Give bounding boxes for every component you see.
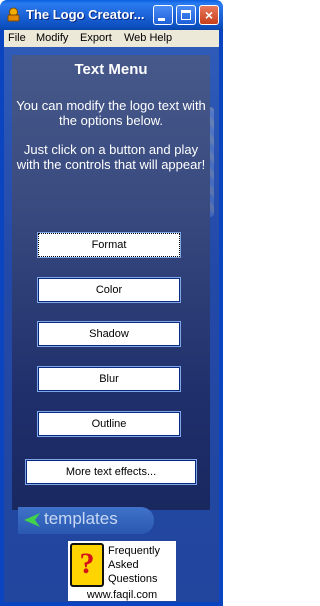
maximize-icon [181, 10, 191, 20]
faq-line-1: Frequently [108, 545, 160, 557]
title-bar[interactable]: The Logo Creator... × [0, 0, 223, 30]
format-button[interactable]: Format [38, 233, 180, 257]
minimize-button[interactable] [153, 5, 173, 25]
outline-button[interactable]: Outline [38, 412, 180, 436]
panel-title: Text Menu [74, 61, 148, 78]
faq-logo-link[interactable]: ? Frequently Asked Questions www.faqil.c… [68, 541, 176, 601]
faq-line-2: Asked [108, 559, 139, 571]
menu-web-help[interactable]: Web Help [124, 32, 172, 44]
blur-button[interactable]: Blur [38, 367, 180, 391]
question-mark-glyph: ? [79, 547, 95, 580]
menu-file[interactable]: File [8, 32, 26, 44]
app-icon[interactable] [6, 7, 21, 22]
arrow-left-icon [24, 513, 40, 527]
menu-modify[interactable]: Modify [36, 32, 68, 44]
panel-instructions-text: Just click on a button and play with the… [16, 142, 206, 172]
client-area: Text Menu You can modify the logo text w… [4, 47, 219, 602]
color-button[interactable]: Color [38, 278, 180, 302]
close-button[interactable]: × [199, 5, 219, 25]
panel-intro-text: You can modify the logo text with the op… [16, 98, 206, 128]
menu-bar: File Modify Export Web Help [0, 30, 223, 47]
more-text-effects-button[interactable]: More text effects... [26, 460, 196, 484]
menu-export[interactable]: Export [80, 32, 112, 44]
close-icon: × [204, 7, 214, 23]
faq-url: www.faqil.com [86, 589, 158, 601]
shadow-button[interactable]: Shadow [38, 322, 180, 346]
window-frame-right [219, 30, 223, 606]
templates-link[interactable]: templates [18, 507, 154, 534]
question-mark-icon: ? [70, 543, 104, 587]
maximize-button[interactable] [176, 5, 196, 25]
templates-label: templates [44, 509, 118, 528]
faq-line-3: Questions [108, 573, 158, 585]
text-menu-panel: Text Menu You can modify the logo text w… [12, 55, 210, 510]
window-frame-bottom [0, 602, 223, 606]
minimize-icon [158, 18, 165, 21]
window-title: The Logo Creator... [26, 7, 145, 22]
